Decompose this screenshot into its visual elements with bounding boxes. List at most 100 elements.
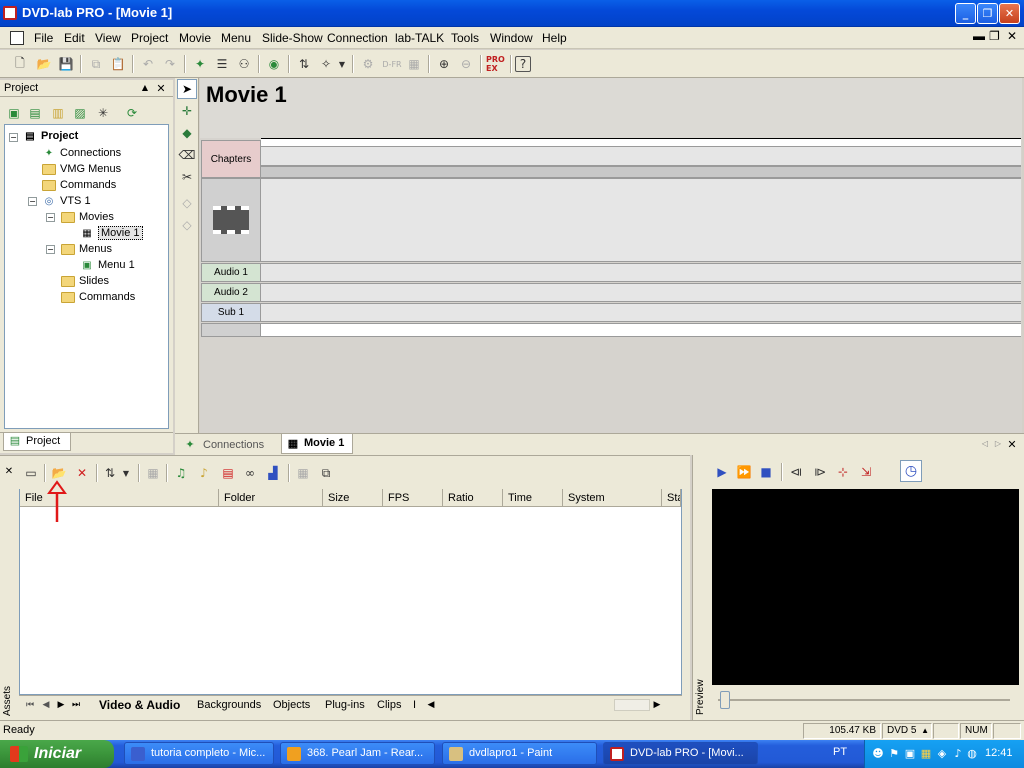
save-icon[interactable]: 💾 (56, 54, 76, 74)
first-tab-icon[interactable]: ⏮ (24, 699, 36, 711)
sort-dropdown-icon[interactable]: ▼ (120, 463, 132, 483)
next-tab-icon[interactable]: ▶ (55, 699, 67, 711)
menu-connection[interactable]: Connection (327, 31, 388, 45)
task-dvdlab[interactable]: DVD-lab PRO - [Movi... (603, 742, 758, 765)
new-icon[interactable]: 🗋 (10, 54, 30, 74)
tree-node-slides[interactable]: Slides (60, 273, 109, 289)
column-time[interactable]: Time (503, 489, 563, 507)
task-paint[interactable]: dvdlapro1 - Paint (442, 742, 597, 765)
undo-icon[interactable]: ↶ (138, 54, 158, 74)
mdi-restore-icon[interactable]: ❐ (989, 29, 1000, 43)
pointer-tool-icon[interactable]: ➤ (177, 79, 197, 99)
tree-expander-vts[interactable]: − (28, 197, 37, 206)
menu-labtalk[interactable]: lab-TALK (395, 31, 444, 45)
chapters-sub-track[interactable] (261, 166, 1021, 178)
chart-icon[interactable]: ▟ (263, 463, 283, 483)
add-connection-icon[interactable]: ✦ (190, 54, 210, 74)
compile-icon[interactable]: ⚙ (358, 54, 378, 74)
tray-icon-3[interactable]: ▣ (903, 746, 917, 760)
language-indicator[interactable]: PT (833, 746, 847, 758)
audio-note-icon[interactable]: ♫ (171, 463, 191, 483)
menu-menu[interactable]: Menu (221, 31, 251, 45)
tree-node-menus[interactable]: Menus (60, 241, 112, 257)
hscroll-right-icon[interactable]: ▶ (652, 699, 662, 711)
column-status[interactable]: Sta (662, 489, 681, 507)
view-icon[interactable]: ▭ (21, 463, 41, 483)
column-fps[interactable]: FPS (383, 489, 443, 507)
chapter-diamond-icon[interactable]: ◆ (177, 123, 197, 143)
auto-icon[interactable]: ⟳ (122, 103, 142, 123)
close-button[interactable]: ✕ (999, 3, 1020, 24)
prev-tab-icon[interactable]: ◀ (40, 699, 52, 711)
timecode-clock-icon[interactable]: ◷ (900, 460, 922, 482)
column-size[interactable]: Size (323, 489, 383, 507)
audio1-track[interactable] (261, 263, 1021, 282)
burn-icon[interactable]: ◉ (264, 54, 284, 74)
menu-slideshow[interactable]: Slide-Show (262, 31, 323, 45)
tree-node-movies[interactable]: Movies (60, 209, 114, 225)
tree-node-vmg-menus[interactable]: VMG Menus (41, 161, 121, 177)
preview-slider-thumb[interactable] (720, 691, 730, 709)
tree-expander-project[interactable]: − (9, 133, 18, 142)
magic-wand-icon[interactable]: ✧ (316, 54, 336, 74)
copy-file-icon[interactable]: ⧉ (316, 463, 336, 483)
tab-backgrounds[interactable]: Backgrounds (197, 697, 261, 713)
menu-view[interactable]: View (95, 31, 121, 45)
tray-icon-6[interactable]: ◍ (965, 746, 979, 760)
play-icon[interactable]: ▶ (712, 462, 732, 482)
redo-icon[interactable]: ↷ (160, 54, 180, 74)
tree-node-movie1[interactable]: ▦ Movie 1 (79, 225, 143, 241)
tab-plugins[interactable]: Plug-ins (325, 697, 365, 713)
minimize-button[interactable]: _ (955, 3, 976, 24)
tree-node-connections[interactable]: ✦ Connections (41, 145, 121, 161)
tree-node-vts1[interactable]: ◎ VTS 1 (41, 193, 91, 209)
panel-close-icon[interactable]: ✕ (155, 82, 167, 94)
tab-more[interactable]: I (413, 697, 416, 713)
hscroll-thumb[interactable] (614, 699, 650, 711)
audio2-track-label[interactable]: Audio 2 (201, 283, 261, 302)
tab-video-audio[interactable]: Video & Audio (99, 697, 180, 713)
menu-tools[interactable]: Tools (451, 31, 479, 45)
restore-button[interactable]: ❐ (977, 3, 998, 24)
step-back-icon[interactable]: ⧏ (786, 462, 806, 482)
column-folder[interactable]: Folder (219, 489, 323, 507)
open-icon[interactable]: 📂 (34, 54, 54, 74)
help-icon[interactable]: ? (515, 56, 531, 72)
menu-edit[interactable]: Edit (64, 31, 85, 45)
add-vts-icon[interactable]: ▤ (25, 103, 45, 123)
tab-scroll-right-icon[interactable]: ▷ (993, 439, 1003, 449)
split-icon[interactable]: ▤ (218, 463, 238, 483)
zoom-out-icon[interactable]: ⊖ (456, 54, 476, 74)
mark-out-icon[interactable]: ⇲ (856, 462, 876, 482)
mdi-doc-icon[interactable] (10, 31, 24, 45)
menu-window[interactable]: Window (490, 31, 533, 45)
binoculars-icon[interactable]: ⚇ (234, 54, 254, 74)
tree-node-commands[interactable]: Commands (41, 177, 116, 193)
layers-icon[interactable]: ☰ (212, 54, 232, 74)
column-ratio[interactable]: Ratio (443, 489, 503, 507)
tab-objects[interactable]: Objects (273, 697, 310, 713)
tray-icon-2[interactable]: ⚑ (887, 746, 901, 760)
status-disc[interactable]: DVD 5 ▲ (882, 723, 932, 739)
menu-help[interactable]: Help (542, 31, 567, 45)
add-chapter-icon[interactable]: ✛ (177, 101, 197, 121)
audio2-track[interactable] (261, 283, 1021, 302)
tab-scroll-left-icon[interactable]: ◁ (980, 439, 990, 449)
menu-project[interactable]: Project (131, 31, 168, 45)
preview-slider-track[interactable] (718, 699, 1010, 701)
fast-forward-icon[interactable]: ⏩ (734, 462, 754, 482)
prev-chapter-icon[interactable]: ◇ (177, 193, 197, 213)
tray-icon-1[interactable]: ☻ (871, 746, 885, 760)
sort-az-icon[interactable]: ⇅ (100, 463, 120, 483)
sort-icon[interactable]: ⇅ (294, 54, 314, 74)
stop-icon[interactable]: ■ (756, 462, 776, 482)
speaker-icon[interactable]: ♪ (951, 746, 965, 760)
sub1-track[interactable] (261, 303, 1021, 322)
tab-close-icon[interactable]: ✕ (1006, 438, 1018, 450)
task-winamp[interactable]: 368. Pearl Jam - Rear... (280, 742, 435, 765)
sub1-track-label[interactable]: Sub 1 (201, 303, 261, 322)
tree-node-project[interactable]: ▤ Project (22, 128, 78, 144)
tab-connections[interactable]: ✦ Connections (183, 437, 264, 453)
tray-icon-5[interactable]: ◈ (935, 746, 949, 760)
add-movie-icon[interactable]: ✳ (93, 103, 113, 123)
